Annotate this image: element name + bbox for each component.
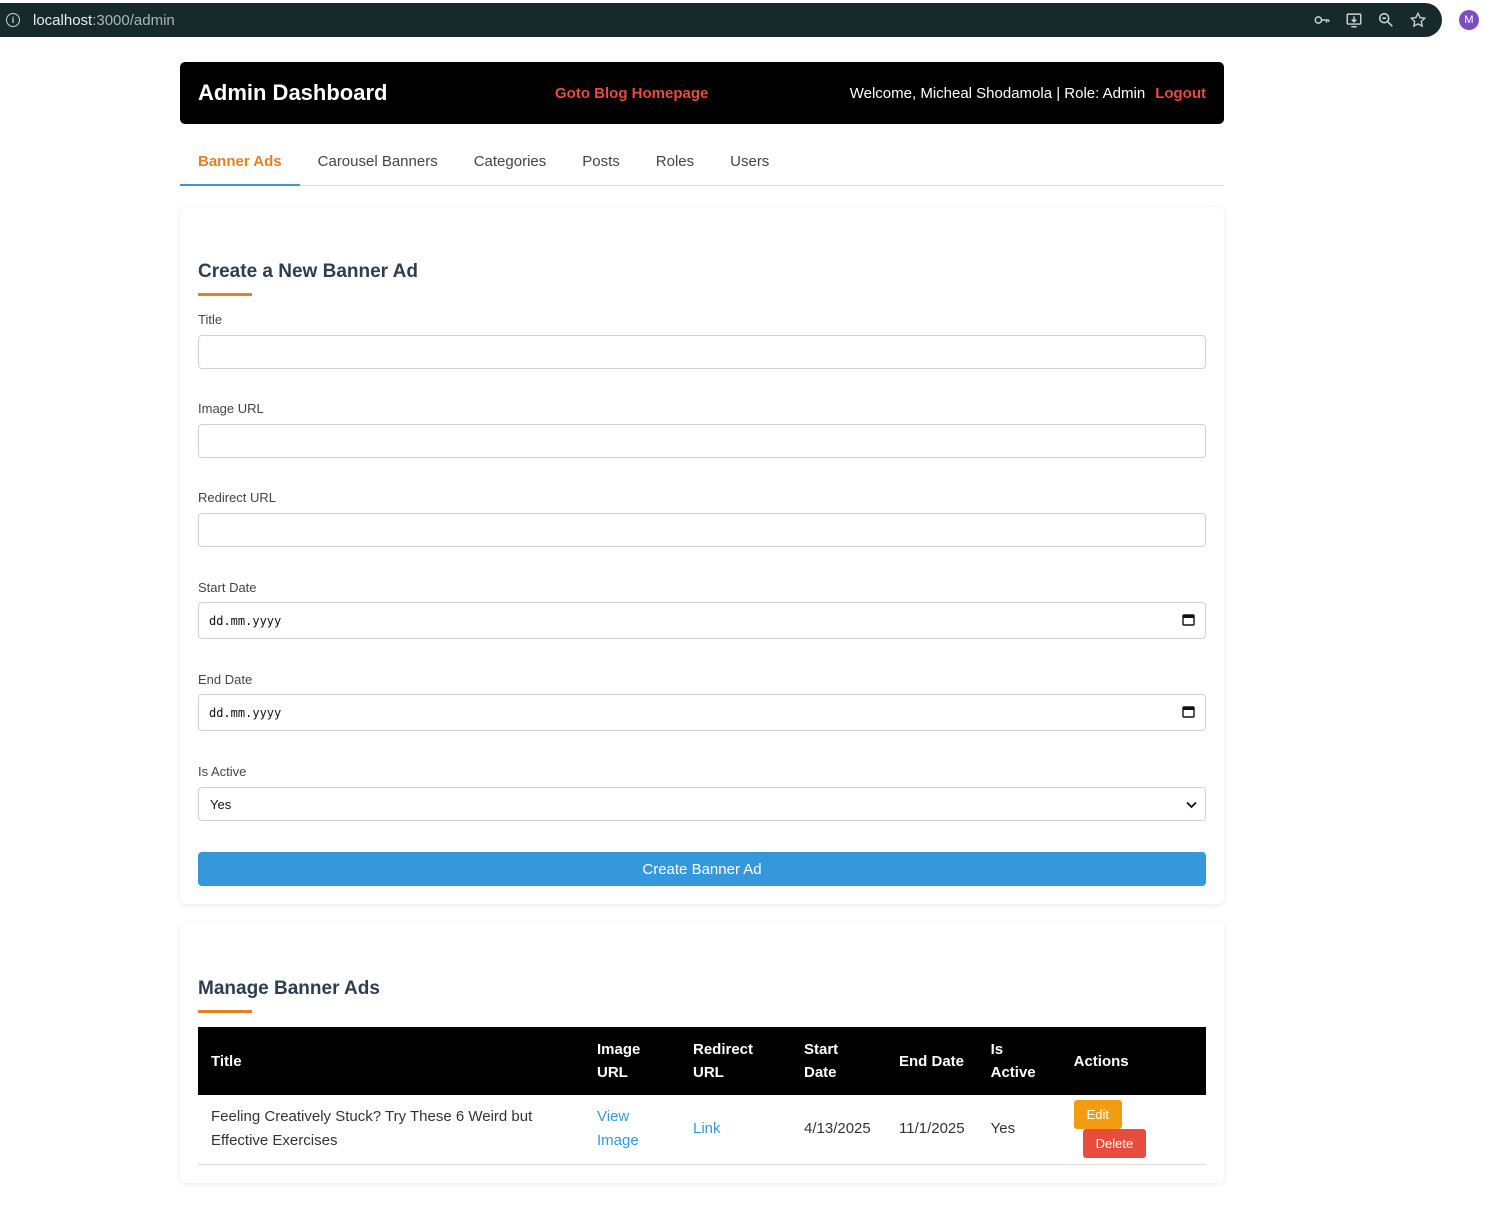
calendar-icon[interactable] — [1182, 705, 1195, 721]
redirect-url-input[interactable] — [198, 513, 1206, 547]
chevron-down-icon — [1186, 797, 1197, 812]
address-bar[interactable]: i localhost:3000/admin — [0, 3, 1442, 37]
start-date-label: Start Date — [198, 580, 257, 595]
image-url-input[interactable] — [198, 424, 1206, 458]
column-header-actions: Actions — [1073, 1052, 1129, 1070]
tab-users[interactable]: Users — [712, 138, 787, 185]
redirect-link[interactable]: Link — [693, 1120, 721, 1137]
title-label: Title — [198, 312, 223, 327]
cell-start-date: 4/13/2025 — [791, 1095, 886, 1165]
logout-link[interactable]: Logout — [1155, 85, 1206, 102]
end-date-label: End Date — [198, 672, 253, 687]
tab-roles[interactable]: Roles — [638, 138, 712, 185]
delete-button[interactable]: Delete — [1082, 1129, 1147, 1159]
cell-title: Feeling Creatively Stuck? Try These 6 We… — [198, 1095, 584, 1165]
url-text[interactable]: localhost:3000/admin — [33, 12, 175, 29]
column-header-title: Title — [211, 1052, 242, 1070]
calendar-icon[interactable] — [1182, 613, 1195, 629]
install-app-icon[interactable] — [1344, 10, 1364, 30]
tab-carousel-banners[interactable]: Carousel Banners — [300, 138, 456, 185]
end-date-input[interactable]: dd.mm.yyyy — [198, 694, 1206, 731]
bookmark-star-icon[interactable] — [1408, 10, 1428, 30]
create-banner-ad-heading: Create a New Banner Ad — [198, 261, 418, 282]
heading-underline — [198, 1010, 252, 1013]
cell-actions: EditDelete — [1060, 1095, 1206, 1165]
table-header-row: Title Image URL Redirect URL Start Date … — [198, 1027, 1206, 1095]
zoom-icon[interactable] — [1376, 10, 1396, 30]
is-active-select[interactable]: Yes — [198, 787, 1206, 821]
heading-underline — [198, 293, 252, 296]
view-image-link[interactable]: View Image — [597, 1108, 639, 1149]
start-date-input[interactable]: dd.mm.yyyy — [198, 602, 1206, 639]
column-header-end-date: End Date — [899, 1052, 965, 1070]
edit-button[interactable]: Edit — [1073, 1100, 1123, 1130]
image-url-label: Image URL — [198, 401, 264, 416]
admin-header: Admin Dashboard Goto Blog Homepage Welco… — [180, 62, 1224, 124]
column-header-is-active: Is Active — [990, 1041, 1036, 1081]
create-banner-ad-card: Create a New Banner Ad Title Image URL R… — [180, 207, 1224, 904]
cell-is-active: Yes — [977, 1095, 1061, 1165]
url-host: localhost — [33, 11, 93, 29]
page-title: Admin Dashboard — [198, 80, 388, 105]
tab-categories[interactable]: Categories — [456, 138, 565, 185]
table-row: Feeling Creatively Stuck? Try These 6 We… — [198, 1095, 1206, 1165]
end-date-placeholder: dd.mm.yyyy — [209, 705, 282, 720]
tab-banner-ads[interactable]: Banner Ads — [180, 138, 300, 186]
is-active-label: Is Active — [198, 764, 247, 779]
blog-homepage-link[interactable]: Goto Blog Homepage — [555, 85, 708, 102]
manage-banner-ads-heading: Manage Banner Ads — [198, 978, 380, 999]
profile-avatar[interactable]: M — [1459, 10, 1479, 30]
url-path: :3000/admin — [92, 11, 175, 29]
start-date-placeholder: dd.mm.yyyy — [209, 613, 282, 628]
title-input[interactable] — [198, 335, 1206, 369]
manage-banner-ads-card: Manage Banner Ads Title Image URL Redire… — [180, 922, 1224, 1183]
column-header-start-date: Start Date — [804, 1041, 839, 1081]
create-banner-ad-button[interactable]: Create Banner Ad — [198, 852, 1206, 886]
welcome-text: Welcome, Micheal Shodamola | Role: Admin — [849, 84, 1146, 102]
is-active-value: Yes — [210, 796, 232, 812]
redirect-url-label: Redirect URL — [198, 490, 277, 505]
column-header-redirect-url: Redirect URL — [693, 1041, 754, 1081]
admin-page: Admin Dashboard Goto Blog Homepage Welco… — [180, 62, 1224, 1183]
cell-end-date: 11/1/2025 — [886, 1095, 978, 1165]
banner-ads-table: Title Image URL Redirect URL Start Date … — [198, 1027, 1206, 1165]
key-icon[interactable] — [1312, 10, 1332, 30]
site-info-icon[interactable]: i — [6, 13, 20, 27]
browser-toolbar: i localhost:3000/admin M — [0, 0, 1491, 42]
column-header-image-url: Image URL — [597, 1041, 641, 1081]
tab-posts[interactable]: Posts — [564, 138, 638, 185]
admin-tabs: Banner Ads Carousel Banners Categories P… — [180, 138, 1224, 186]
